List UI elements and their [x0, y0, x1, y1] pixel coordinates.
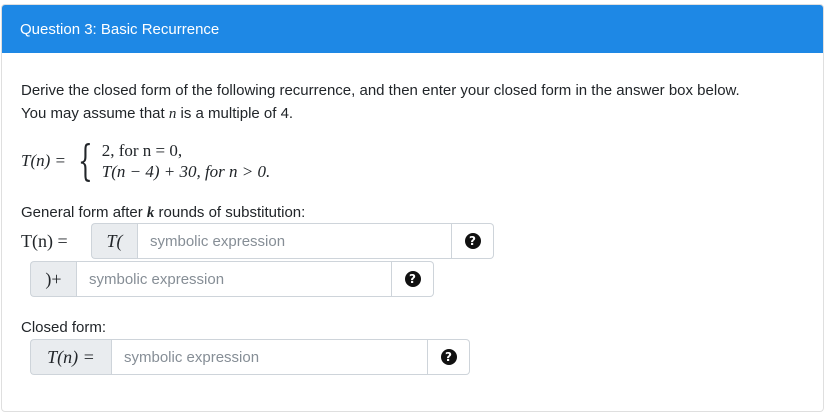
general-form-lhs: T(n) =	[21, 231, 68, 251]
question-instructions: Derive the closed form of the following …	[21, 79, 801, 126]
general-form-row-2: )+ ?	[30, 261, 434, 297]
instructions-line-1: Derive the closed form of the following …	[21, 82, 740, 99]
question-circle-icon: ?	[404, 271, 421, 287]
question-title: Question 3: Basic Recurrence	[20, 20, 220, 38]
closed-form-help-button[interactable]: ?	[428, 339, 470, 375]
general-form-suffix: )+	[30, 261, 76, 297]
general-form-outer-input[interactable]	[76, 261, 392, 297]
closed-form-prefix: T(n) =	[30, 339, 111, 375]
recurrence-cases: 2, for n = 0, T(n − 4) + 30, for n > 0.	[102, 140, 271, 182]
recurrence-definition: T(n) = { 2, for n = 0, T(n − 4) + 30, fo…	[21, 140, 270, 182]
closed-form-label: Closed form:	[21, 319, 107, 336]
recurrence-case-base: 2, for n = 0,	[101, 141, 183, 160]
general-form-outer-help-button[interactable]: ?	[392, 261, 434, 297]
recurrence-case-recursive: T(n − 4) + 30, for n > 0.	[101, 162, 271, 181]
general-form-inner-input[interactable]	[137, 223, 452, 259]
question-header: Question 3: Basic Recurrence	[2, 5, 823, 53]
closed-form-row: T(n) = ?	[30, 339, 470, 375]
question-circle-icon: ?	[464, 233, 481, 249]
cases-brace: {	[78, 136, 93, 185]
general-form-prefix: T(	[91, 223, 137, 259]
general-form-inner-help-button[interactable]: ?	[452, 223, 494, 259]
closed-form-input[interactable]	[111, 339, 428, 375]
recurrence-lhs: T(n) =	[21, 151, 66, 170]
question-card: Question 3: Basic Recurrence Derive the …	[1, 4, 824, 412]
instructions-line-2: You may assume that n is a multiple of 4…	[21, 105, 294, 122]
general-form-label: General form after k rounds of substitut…	[21, 204, 306, 221]
question-circle-icon: ?	[440, 349, 457, 365]
general-form-row-1: T( ?	[91, 223, 494, 259]
